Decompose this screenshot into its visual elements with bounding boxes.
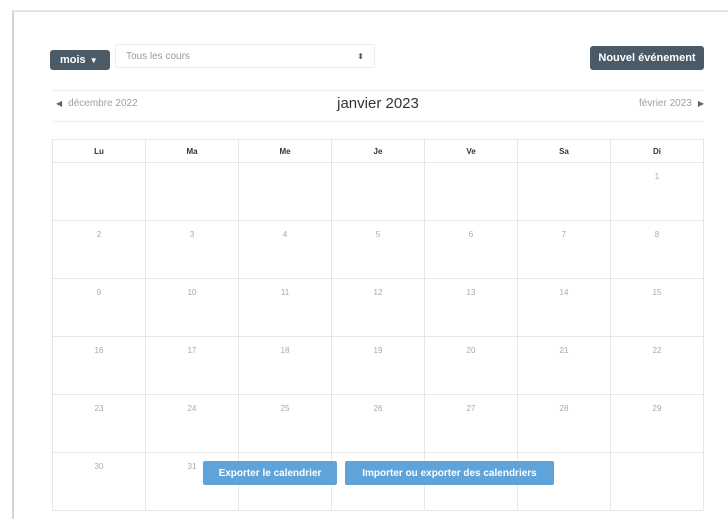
week-row: 9 10 11 12 13 14 15 <box>52 278 704 337</box>
new-event-button[interactable]: Nouvel événement <box>590 46 704 70</box>
export-calendar-label: Exporter le calendrier <box>218 467 322 479</box>
arrow-right-icon: ▶ <box>697 99 704 108</box>
current-month-title: janvier 2023 <box>337 95 419 112</box>
course-filter-value: Tous les cours <box>126 50 190 62</box>
day-cell[interactable]: 14 <box>517 278 611 337</box>
course-filter-select[interactable]: Tous les cours ⬍ <box>115 44 375 68</box>
weekday-header: Ve <box>424 139 518 163</box>
week-row: 16 17 18 19 20 21 22 <box>52 336 704 395</box>
day-cell[interactable]: 28 <box>517 394 611 453</box>
import-export-calendars-label: Importer ou exporter des calendriers <box>362 467 537 479</box>
week-row: 1 <box>52 162 704 221</box>
nav-divider-top <box>52 90 704 91</box>
weekday-header-row: Lu Ma Me Je Ve Sa Di <box>52 139 704 163</box>
chevron-down-icon: ▼ <box>89 55 98 65</box>
day-cell[interactable]: 6 <box>424 220 518 279</box>
arrow-left-icon: ◀ <box>56 99 63 108</box>
day-cell[interactable]: 15 <box>610 278 704 337</box>
weekday-header: Lu <box>52 139 146 163</box>
new-event-label: Nouvel événement <box>598 52 696 64</box>
view-mode-label: mois <box>60 54 86 66</box>
weekday-header: Me <box>238 139 332 163</box>
day-cell[interactable]: 8 <box>610 220 704 279</box>
day-cell[interactable]: 22 <box>610 336 704 395</box>
day-cell[interactable]: 23 <box>52 394 146 453</box>
day-cell[interactable]: 1 <box>610 162 704 221</box>
day-cell[interactable]: 29 <box>610 394 704 453</box>
day-cell-empty <box>238 162 332 221</box>
day-cell[interactable]: 20 <box>424 336 518 395</box>
select-arrows-icon: ⬍ <box>357 51 364 61</box>
import-export-calendars-button[interactable]: Importer ou exporter des calendriers <box>345 461 554 485</box>
day-cell[interactable]: 5 <box>331 220 425 279</box>
next-month-link[interactable]: février 2023 ▶ <box>639 98 704 109</box>
day-cell-empty <box>424 162 518 221</box>
prev-month-label: décembre 2022 <box>68 98 138 109</box>
month-calendar: Lu Ma Me Je Ve Sa Di 1 2 3 4 5 6 7 8 9 1… <box>52 139 704 511</box>
day-cell[interactable]: 27 <box>424 394 518 453</box>
view-mode-button[interactable]: mois ▼ <box>50 50 110 70</box>
day-cell[interactable]: 19 <box>331 336 425 395</box>
day-cell-empty <box>517 162 611 221</box>
day-cell[interactable]: 9 <box>52 278 146 337</box>
weekday-header: Di <box>610 139 704 163</box>
week-row: 2 3 4 5 6 7 8 <box>52 220 704 279</box>
day-cell[interactable]: 12 <box>331 278 425 337</box>
day-cell-empty <box>610 452 704 511</box>
weekday-header: Ma <box>145 139 239 163</box>
day-cell[interactable]: 30 <box>52 452 146 511</box>
day-cell[interactable]: 18 <box>238 336 332 395</box>
day-cell[interactable]: 21 <box>517 336 611 395</box>
weekday-header: Sa <box>517 139 611 163</box>
day-cell[interactable]: 11 <box>238 278 332 337</box>
day-cell-empty <box>52 162 146 221</box>
day-cell[interactable]: 17 <box>145 336 239 395</box>
day-cell[interactable]: 24 <box>145 394 239 453</box>
day-cell[interactable]: 3 <box>145 220 239 279</box>
day-cell[interactable]: 16 <box>52 336 146 395</box>
day-cell[interactable]: 2 <box>52 220 146 279</box>
prev-month-link[interactable]: ◀ décembre 2022 <box>56 98 138 109</box>
day-cell[interactable]: 7 <box>517 220 611 279</box>
weekday-header: Je <box>331 139 425 163</box>
day-cell[interactable]: 13 <box>424 278 518 337</box>
nav-divider-bottom <box>52 121 704 122</box>
next-month-label: février 2023 <box>639 98 692 109</box>
day-cell[interactable]: 4 <box>238 220 332 279</box>
day-cell[interactable]: 25 <box>238 394 332 453</box>
day-cell-empty <box>331 162 425 221</box>
day-cell-empty <box>145 162 239 221</box>
export-calendar-button[interactable]: Exporter le calendrier <box>203 461 337 485</box>
day-cell[interactable]: 26 <box>331 394 425 453</box>
day-cell[interactable]: 10 <box>145 278 239 337</box>
week-row: 23 24 25 26 27 28 29 <box>52 394 704 453</box>
